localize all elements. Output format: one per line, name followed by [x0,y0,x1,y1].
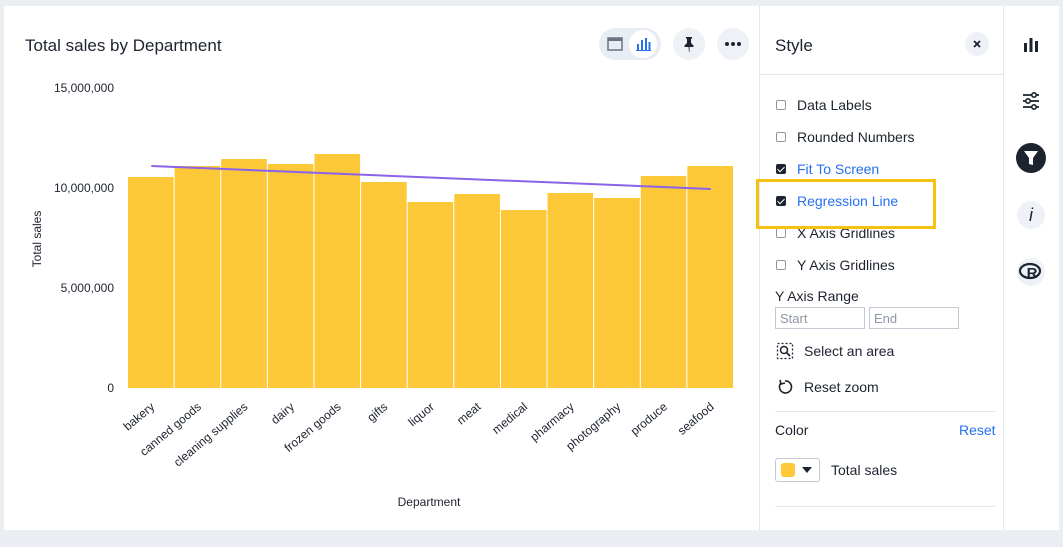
bar[interactable] [128,177,174,388]
color-label: Color [775,422,809,438]
x-tick-label: liquor [405,400,436,430]
option-label: Regression Line [797,193,899,209]
y-tick-label: 0 [107,381,114,395]
x-axis-gridlines-checkbox[interactable] [776,228,786,238]
bar[interactable] [640,176,687,388]
close-icon [973,40,981,48]
option-label: Fit To Screen [797,161,880,177]
close-button[interactable] [965,32,989,56]
bar[interactable] [454,194,500,388]
option-label: X Axis Gridlines [797,225,896,241]
bar-chart: 0 5,000,000 10,000,000 15,000,000 bakerycan… [30,81,733,509]
bar-chart-icon [1024,38,1038,52]
rail-filter-button[interactable] [1016,143,1046,173]
color-series-name: Total sales [831,462,898,478]
option-x-axis-gridlines[interactable]: X Axis Gridlines [776,223,895,243]
x-tick-label: dairy [268,400,297,427]
bar[interactable] [500,210,547,388]
rail-chart-button[interactable] [1016,29,1046,59]
bar[interactable] [221,159,267,388]
x-tick-label: seafood [675,400,717,438]
color-swatch [781,463,795,477]
rail-info-button[interactable]: i [1016,200,1046,230]
y-axis-range-end-input[interactable] [869,307,959,329]
select-area-label: Select an area [804,343,895,359]
rounded-numbers-checkbox[interactable] [776,132,786,142]
option-data-labels[interactable]: Data Labels [776,95,872,115]
x-tick-label: meat [454,399,484,427]
bar[interactable] [314,154,361,388]
style-header: Style [760,6,1004,75]
divider [775,411,995,412]
bar[interactable] [361,182,407,388]
bar[interactable] [174,166,221,388]
reset-zoom-label: Reset zoom [804,379,879,395]
divider [775,506,995,507]
chart-card: Total sales by Department 0 5,000,000 10… [4,6,1059,530]
option-y-axis-gridlines[interactable]: Y Axis Gridlines [776,255,895,275]
x-tick-label: bakery [121,400,158,434]
settings-sliders-icon [1023,91,1039,111]
filter-icon [1016,143,1046,173]
svg-text:R: R [1027,265,1038,282]
y-axis-label: Total sales [30,211,44,268]
data-labels-checkbox[interactable] [776,100,786,110]
option-label: Y Axis Gridlines [797,257,895,273]
x-axis-label: Department [398,495,461,509]
color-reset-link[interactable]: Reset [959,422,996,438]
bar[interactable] [407,202,454,388]
rail-settings-button[interactable] [1016,86,1046,116]
reset-icon [776,378,794,396]
bars [128,154,733,388]
bar[interactable] [267,164,314,388]
style-title: Style [775,36,813,55]
zoom-select-icon [776,342,794,360]
x-axis-ticks: bakerycanned goodscleaning supplies dairy… [121,399,717,469]
x-tick-label: gifts [364,400,390,425]
option-regression-line[interactable]: Regression Line [776,191,898,211]
select-area-button[interactable]: Select an area [776,340,894,362]
info-icon: i [1017,201,1045,229]
y-tick-label: 15,000,000 [54,81,114,95]
bar[interactable] [687,166,733,388]
y-tick-label: 5,000,000 [61,281,115,295]
y-axis-gridlines-checkbox[interactable] [776,260,786,270]
rail-r-button[interactable]: R [1016,257,1046,287]
right-rail: i R [1005,6,1059,530]
y-axis-range-start-input[interactable] [775,307,865,329]
option-rounded-numbers[interactable]: Rounded Numbers [776,127,915,147]
x-tick-label: produce [628,399,670,438]
style-panel: Style Data Labels Rounded Numbers Fit To… [756,6,1004,530]
regression-line-checkbox[interactable] [776,196,786,206]
chevron-down-icon [802,467,812,473]
color-picker-button[interactable] [775,458,820,482]
bar[interactable] [547,193,594,388]
fit-to-screen-checkbox[interactable] [776,164,786,174]
chart-pane: Total sales by Department 0 5,000,000 10… [4,6,759,530]
reset-zoom-button[interactable]: Reset zoom [776,376,879,398]
y-tick-label: 10,000,000 [54,181,114,195]
option-fit-to-screen[interactable]: Fit To Screen [776,159,879,179]
bar[interactable] [594,198,640,388]
r-icon: R [1017,258,1045,286]
option-label: Rounded Numbers [797,129,915,145]
y-axis-range-label: Y Axis Range [775,288,859,304]
option-label: Data Labels [797,97,872,113]
y-axis-ticks: 0 5,000,000 10,000,000 15,000,000 [54,81,114,395]
x-tick-label: medical [489,400,530,437]
